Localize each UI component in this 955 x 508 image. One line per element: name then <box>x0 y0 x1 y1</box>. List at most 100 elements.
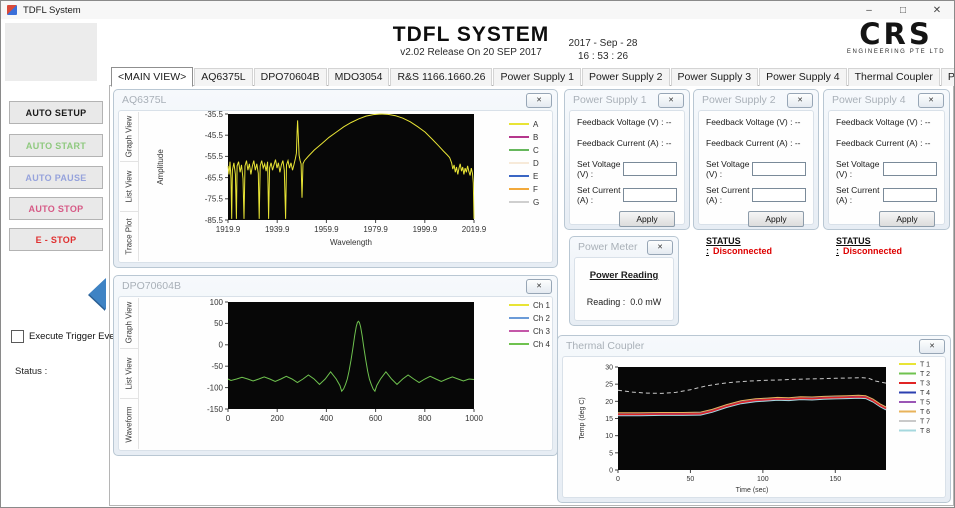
tab-thermal-coupler[interactable]: Thermal Coupler <box>848 68 940 86</box>
panel-power-supply-1-header: Power Supply 1 ✕ <box>565 90 689 110</box>
panel-power-meter-body: Power Reading Reading : 0.0 mW <box>574 257 674 321</box>
auto-pause-button[interactable]: AUTO PAUSE <box>9 166 103 189</box>
panel-power-meter-close-icon[interactable]: ✕ <box>647 240 673 255</box>
ps1-feedback-current-value: -- <box>666 138 672 148</box>
tab-power-supply-4[interactable]: Power Supply 4 <box>759 68 847 86</box>
panel-aq6375l-close-icon[interactable]: ✕ <box>526 93 552 108</box>
datetime: 2017 - Sep - 28 16 : 53 : 26 <box>549 37 657 63</box>
ps1-apply-button[interactable]: Apply <box>619 211 675 227</box>
panel-power-meter-title: Power Meter <box>578 241 638 253</box>
auto-stop-button[interactable]: AUTO STOP <box>9 197 103 220</box>
tab-power-meter[interactable]: Power Meter <box>941 68 955 86</box>
svg-text:100: 100 <box>757 476 769 483</box>
panel-aq6375l-title: AQ6375L <box>122 94 166 106</box>
ps2-feedback-current-value: -- <box>795 138 801 148</box>
tab-dpo70604b[interactable]: DPO70604B <box>254 68 327 86</box>
ps2-apply-button[interactable]: Apply <box>748 211 804 227</box>
panel-power-supply-1-body: Feedback Voltage (V) : -- Feedback Curre… <box>569 110 685 225</box>
panel-power-supply-4: Power Supply 4 ✕ Feedback Voltage (V) : … <box>823 89 950 230</box>
panel-dpo70604b-close-icon[interactable]: ✕ <box>526 279 552 294</box>
tab-rs-1166-1660-26[interactable]: R&S 1166.1660.26 <box>390 68 492 86</box>
tab-power-supply-3[interactable]: Power Supply 3 <box>671 68 759 86</box>
panel-power-supply-1-close-icon[interactable]: ✕ <box>658 93 684 108</box>
svg-text:C: C <box>533 146 539 155</box>
time-text: 16 : 53 : 26 <box>549 50 657 63</box>
dpo-view-tabs: Graph View List View Waveform <box>120 298 139 449</box>
ps1-feedback-current-label: Feedback Current (A) : <box>577 138 663 148</box>
tab-mdo3054[interactable]: MDO3054 <box>328 68 390 86</box>
aq-view-tabs: Graph View List View Trace Plot <box>120 112 139 261</box>
ps4-set-voltage-input[interactable] <box>883 162 937 176</box>
panel-thermal-coupler-title: Thermal Coupler <box>566 340 644 352</box>
panel-thermal-coupler-body: 050100150051015202530Time (sec)Temp (deg… <box>562 356 946 498</box>
panel-power-supply-2-title: Power Supply 2 <box>702 94 776 106</box>
ps4-apply-button[interactable]: Apply <box>879 211 935 227</box>
aq-tab-graph-view[interactable]: Graph View <box>120 112 138 162</box>
maximize-button[interactable]: □ <box>886 5 920 16</box>
svg-text:Ch 2: Ch 2 <box>533 314 550 323</box>
panel-power-supply-2-close-icon[interactable]: ✕ <box>787 93 813 108</box>
dpo-tab-waveform[interactable]: Waveform <box>120 399 138 449</box>
panel-power-supply-1: Power Supply 1 ✕ Feedback Voltage (V) : … <box>564 89 690 230</box>
e-stop-button[interactable]: E - STOP <box>9 228 103 251</box>
dpo-tab-list-view[interactable]: List View <box>120 349 138 400</box>
sidebar-placeholder-box <box>5 23 97 81</box>
ps4-feedback-current-label: Feedback Current (A) : <box>836 138 922 148</box>
panel-aq6375l-header: AQ6375L ✕ <box>114 90 557 110</box>
panel-dpo70604b-body: Graph View List View Waveform 0200400600… <box>118 296 553 451</box>
tab-main-view[interactable]: <MAIN VIEW> <box>111 67 193 87</box>
svg-text:Wavelength: Wavelength <box>330 238 372 247</box>
ps1-set-current-input[interactable] <box>623 188 677 202</box>
minimize-button[interactable]: – <box>852 5 886 16</box>
tab-power-supply-2[interactable]: Power Supply 2 <box>582 68 670 86</box>
aq-tab-list-view[interactable]: List View <box>120 162 138 212</box>
svg-text:100: 100 <box>210 298 224 307</box>
svg-text:0: 0 <box>609 467 613 474</box>
svg-text:D: D <box>533 159 539 168</box>
ps2-set-voltage-input[interactable] <box>752 162 806 176</box>
svg-text:Ch 3: Ch 3 <box>533 327 550 336</box>
auto-setup-button[interactable]: AUTO SETUP <box>9 101 103 124</box>
svg-text:10: 10 <box>605 433 613 440</box>
collapse-arrow-icon[interactable] <box>89 278 106 310</box>
auto-start-button[interactable]: AUTO START <box>9 134 103 157</box>
panel-power-supply-2: Power Supply 2 ✕ Feedback Voltage (V) : … <box>693 89 819 230</box>
ps1-set-voltage-input[interactable] <box>623 162 677 176</box>
ps4-set-current-input[interactable] <box>883 188 937 202</box>
ps4-feedback-voltage-value: -- <box>925 117 931 127</box>
aq-tab-trace-plot[interactable]: Trace Plot <box>120 212 138 261</box>
execute-trigger-checkbox[interactable] <box>11 330 24 343</box>
svg-text:25: 25 <box>605 382 613 389</box>
panel-power-supply-4-close-icon[interactable]: ✕ <box>918 93 944 108</box>
tab-power-supply-1[interactable]: Power Supply 1 <box>493 68 581 86</box>
svg-text:800: 800 <box>418 414 432 423</box>
aq6375l-spectrum-chart: 1919.91939.91959.91979.91999.92019.9-35.… <box>141 111 556 263</box>
thermal-coupler-chart: 050100150051015202530Time (sec)Temp (deg… <box>567 357 951 501</box>
panel-power-supply-1-title: Power Supply 1 <box>573 94 647 106</box>
title-bar: TDFL System – □ ✕ <box>1 1 954 19</box>
tab-aq6375l[interactable]: AQ6375L <box>194 68 252 86</box>
svg-text:2019.9: 2019.9 <box>462 225 487 234</box>
svg-text:T 6: T 6 <box>920 409 930 416</box>
ps4-set-current-label: Set Current (A) : <box>836 185 883 205</box>
panel-power-meter: Power Meter ✕ Power Reading Reading : 0.… <box>569 236 679 326</box>
status-label: Status : <box>15 366 47 377</box>
ps2-status-value: Disconnected <box>713 246 772 256</box>
close-button[interactable]: ✕ <box>920 5 954 16</box>
ps2-set-current-input[interactable] <box>752 188 806 202</box>
svg-text:-45.5: -45.5 <box>205 131 224 140</box>
svg-text:Ch 1: Ch 1 <box>533 301 550 310</box>
svg-text:20: 20 <box>605 399 613 406</box>
panel-power-supply-2-header: Power Supply 2 ✕ <box>694 90 818 110</box>
dpo-tab-graph-view[interactable]: Graph View <box>120 298 138 349</box>
svg-text:-55.5: -55.5 <box>205 152 224 161</box>
svg-text:A: A <box>533 120 539 129</box>
panel-thermal-coupler-header: Thermal Coupler ✕ <box>558 336 950 356</box>
panel-thermal-coupler-close-icon[interactable]: ✕ <box>919 339 945 354</box>
svg-text:Time (sec): Time (sec) <box>736 487 769 494</box>
svg-text:600: 600 <box>369 414 383 423</box>
svg-text:50: 50 <box>214 319 223 328</box>
svg-text:E: E <box>533 172 538 181</box>
panel-dpo70604b-title: DPO70604B <box>122 280 181 292</box>
app-icon <box>7 5 17 15</box>
